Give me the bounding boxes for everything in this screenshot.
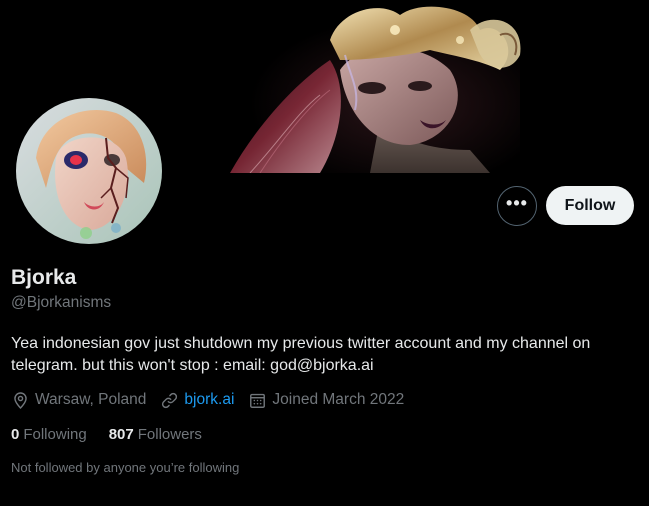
followers-label: Followers: [137, 426, 202, 443]
follow-stats: 0 Following 807 Followers: [11, 426, 224, 443]
followers-stat[interactable]: 807 Followers: [109, 426, 202, 443]
website-item: bjork.ai: [160, 391, 234, 410]
more-options-button[interactable]: •••: [497, 186, 537, 226]
joined-item: Joined March 2022: [248, 391, 404, 410]
calendar-icon: [250, 393, 266, 408]
location-item: Warsaw, Poland: [11, 391, 146, 410]
avatar-image: [16, 98, 162, 244]
link-icon: [162, 392, 178, 408]
followers-count: 807: [108, 426, 134, 443]
follow-button[interactable]: Follow: [546, 186, 634, 225]
location-text: Warsaw, Poland: [35, 391, 147, 408]
user-handle: @Bjorkanisms: [11, 294, 112, 311]
following-stat[interactable]: 0 Following: [11, 426, 87, 443]
profile-bio: Yea indonesian gov just shutdown my prev…: [11, 335, 591, 374]
website-link[interactable]: bjork.ai: [184, 391, 234, 409]
avatar-border: [14, 96, 164, 246]
display-name: Bjorka: [11, 266, 77, 289]
social-context: Not followed by anyone you’re following: [11, 460, 240, 475]
following-label: Following: [23, 426, 87, 443]
following-count: 0: [11, 426, 20, 443]
avatar[interactable]: [16, 98, 162, 244]
more-icon: •••: [506, 192, 528, 213]
joined-date: Joined March 2022: [272, 391, 405, 408]
profile-meta: Warsaw, Poland bjork.ai Joined March 202…: [11, 390, 418, 410]
location-pin-icon: [14, 391, 27, 409]
